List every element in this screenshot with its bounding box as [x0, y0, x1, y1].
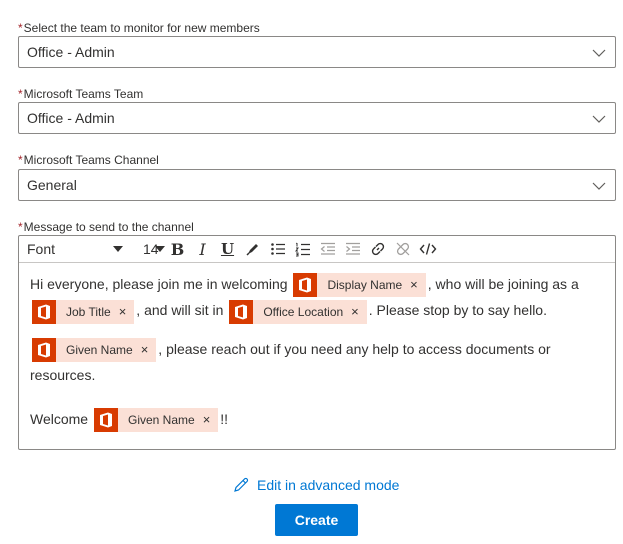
- message-label: *Message to send to the channel: [18, 220, 194, 234]
- required-mark: *: [18, 21, 23, 35]
- indent-icon: [345, 242, 360, 255]
- font-size-dropdown[interactable]: 14: [129, 238, 165, 260]
- close-icon[interactable]: ×: [351, 300, 359, 324]
- office-icon: [32, 299, 56, 324]
- close-icon[interactable]: ×: [119, 300, 127, 324]
- office-icon: [229, 299, 254, 324]
- teams-team-value: Office - Admin: [27, 110, 115, 126]
- required-mark: *: [18, 153, 23, 167]
- required-mark: *: [18, 87, 23, 101]
- numbered-list-icon: [294, 242, 310, 257]
- dynamic-token-office-location[interactable]: Office Location ×: [229, 299, 367, 324]
- close-icon[interactable]: ×: [203, 408, 211, 432]
- required-mark: *: [18, 220, 23, 234]
- chevron-down-icon: [592, 182, 606, 190]
- office-icon: [32, 337, 56, 362]
- teams-channel-select[interactable]: General: [18, 169, 616, 201]
- decrease-indent-button[interactable]: [315, 238, 340, 260]
- dynamic-token-job-title[interactable]: Job Title ×: [32, 299, 135, 324]
- caret-down-icon: [155, 246, 165, 252]
- outdent-icon: [320, 242, 335, 255]
- insert-link-button[interactable]: [365, 238, 390, 260]
- code-icon: [419, 243, 436, 255]
- team-monitor-select[interactable]: Office - Admin: [18, 36, 616, 68]
- chevron-down-icon: [592, 115, 606, 123]
- teams-channel-value: General: [27, 177, 77, 193]
- code-view-button[interactable]: [415, 238, 440, 260]
- close-icon[interactable]: ×: [410, 273, 418, 297]
- message-editor[interactable]: Font 14 B I U Hi everyone, please join m…: [18, 235, 616, 450]
- team-monitor-value: Office - Admin: [27, 44, 115, 60]
- dynamic-token-given-name[interactable]: Given Name ×: [93, 408, 219, 433]
- increase-indent-button[interactable]: [340, 238, 365, 260]
- teams-channel-label: *Microsoft Teams Channel: [18, 153, 159, 167]
- teams-team-select[interactable]: Office - Admin: [18, 102, 616, 134]
- marker-icon: [245, 244, 258, 256]
- teams-team-label: *Microsoft Teams Team: [18, 87, 144, 101]
- bullet-list-icon: [270, 243, 285, 255]
- pencil-icon: [234, 477, 249, 492]
- team-monitor-label: *Select the team to monitor for new memb…: [18, 21, 260, 35]
- message-paragraph-1: Hi everyone, please join me in welcoming…: [30, 271, 605, 324]
- close-icon[interactable]: ×: [141, 338, 149, 362]
- numbered-list-button[interactable]: [290, 238, 315, 260]
- chevron-down-icon: [592, 49, 606, 57]
- unlink-icon: [396, 242, 409, 256]
- link-icon: [371, 242, 384, 256]
- bulleted-list-button[interactable]: [265, 238, 290, 260]
- font-family-dropdown[interactable]: Font: [25, 238, 123, 260]
- office-icon: [93, 408, 118, 433]
- edit-advanced-mode-link[interactable]: Edit in advanced mode: [233, 475, 399, 495]
- underline-button[interactable]: U: [215, 238, 240, 260]
- caret-down-icon: [113, 246, 123, 252]
- create-button[interactable]: Create: [275, 504, 358, 536]
- highlight-button[interactable]: [240, 238, 265, 260]
- message-paragraph-3: Welcome Given Name × !!: [30, 406, 605, 433]
- remove-link-button[interactable]: [390, 238, 415, 260]
- italic-button[interactable]: I: [190, 238, 215, 260]
- office-icon: [293, 273, 318, 298]
- message-paragraph-2: Given Name × , please reach out if you n…: [30, 336, 605, 388]
- bold-button[interactable]: B: [165, 238, 190, 260]
- editor-toolbar: Font 14 B I U: [19, 236, 615, 263]
- editor-content[interactable]: Hi everyone, please join me in welcoming…: [19, 263, 615, 433]
- dynamic-token-given-name[interactable]: Given Name ×: [32, 337, 157, 362]
- dynamic-token-display-name[interactable]: Display Name ×: [293, 273, 426, 298]
